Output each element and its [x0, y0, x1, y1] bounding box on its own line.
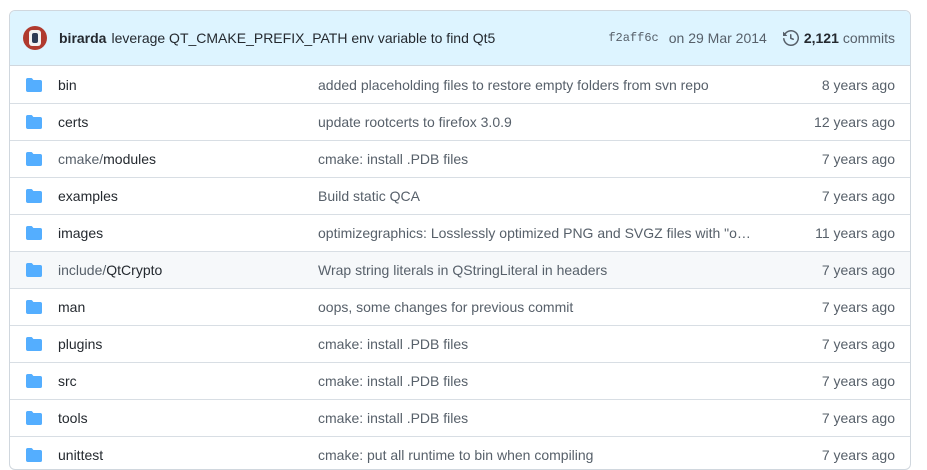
file-name-link[interactable]: images — [58, 225, 318, 241]
commit-message-link[interactable]: leverage QT_CMAKE_PREFIX_PATH env variab… — [111, 30, 495, 46]
folder-icon — [26, 411, 42, 425]
file-commit-age: 7 years ago — [821, 336, 895, 352]
file-commit-message-link[interactable]: added placeholding files to restore empt… — [318, 77, 755, 93]
file-name-link[interactable]: certs — [58, 114, 318, 130]
file-name: QtCrypto — [106, 262, 163, 278]
history-icon — [782, 30, 799, 46]
file-name-link[interactable]: tools — [58, 410, 318, 426]
file-row[interactable]: examples Build static QCA 7 years ago — [10, 177, 910, 214]
file-name: man — [58, 299, 86, 315]
commit-sha-link[interactable]: f2aff6c — [608, 31, 658, 45]
folder-icon — [26, 374, 42, 388]
file-browser: birarda leverage QT_CMAKE_PREFIX_PATH en… — [9, 10, 911, 470]
file-name-link[interactable]: cmake/modules — [58, 151, 318, 167]
file-row[interactable]: cmake/modules cmake: install .PDB files 7 … — [10, 140, 910, 177]
folder-icon — [26, 300, 42, 314]
file-row[interactable]: tools cmake: install .PDB files 7 years ag… — [10, 399, 910, 436]
file-name: examples — [58, 188, 118, 204]
file-row[interactable]: bin added placeholding files to restore e… — [10, 66, 910, 103]
file-name: src — [58, 373, 77, 389]
file-commit-message-link[interactable]: cmake: install .PDB files — [318, 336, 755, 352]
file-commit-message-link[interactable]: cmake: install .PDB files — [318, 410, 755, 426]
file-name: bin — [58, 76, 77, 93]
file-commit-age: 7 years ago — [821, 299, 895, 315]
file-row[interactable]: images optimizegraphics: Losslessly optim… — [10, 214, 910, 251]
file-path-prefix: include/ — [58, 262, 107, 278]
folder-icon — [26, 226, 42, 240]
file-name: tools — [58, 410, 88, 426]
file-commit-message-link[interactable]: optimizegraphics: Losslessly optimized P… — [318, 225, 755, 241]
file-name: images — [58, 225, 104, 241]
folder-icon — [26, 77, 42, 92]
folder-icon — [26, 115, 42, 129]
file-commit-age: 7 years ago — [821, 151, 895, 167]
file-name-link[interactable]: man — [58, 299, 318, 315]
file-name: certs — [58, 114, 89, 130]
file-commit-age: 7 years ago — [821, 447, 895, 463]
folder-icon — [26, 263, 42, 277]
file-name: modules — [103, 151, 157, 167]
file-commit-message-link[interactable]: cmake: install .PDB files — [318, 373, 755, 389]
file-commit-age: 7 years ago — [821, 373, 895, 389]
commits-label: commits — [842, 30, 895, 46]
file-path-prefix: cmake/ — [58, 151, 104, 167]
file-commit-message-link[interactable]: oops, some changes for previous commit — [318, 299, 755, 315]
file-commit-message-link[interactable]: Build static QCA — [318, 188, 755, 204]
folder-icon — [26, 152, 42, 166]
commit-history-link[interactable]: 2,121 commits — [782, 30, 895, 46]
file-commit-age: 11 years ago — [815, 225, 895, 241]
commit-author-link[interactable]: birarda — [59, 30, 106, 46]
file-name: plugins — [58, 336, 103, 352]
file-commit-message-link[interactable]: Wrap string literals in QStringLiteral i… — [318, 262, 755, 278]
file-commit-message-link[interactable]: cmake: install .PDB files — [318, 151, 755, 167]
file-commit-age: 7 years ago — [821, 262, 895, 278]
file-row[interactable]: certs update rootcerts to firefox 3.0.9 12… — [10, 103, 910, 140]
commits-count: 2,121 — [803, 30, 839, 46]
file-name-link[interactable]: include/QtCrypto — [58, 262, 318, 278]
folder-icon — [26, 337, 42, 351]
file-row[interactable]: unittest cmake: put all runtime to bin wh… — [10, 436, 910, 469]
file-commit-age: 7 years ago — [821, 188, 895, 204]
file-name-link[interactable]: plugins — [58, 336, 318, 352]
latest-commit-bar: birarda leverage QT_CMAKE_PREFIX_PATH en… — [10, 11, 910, 66]
folder-icon — [26, 189, 42, 203]
folder-icon — [26, 448, 42, 462]
file-row[interactable]: plugins cmake: install .PDB files 7 years … — [10, 325, 910, 362]
file-commit-message-link[interactable]: cmake: put all runtime to bin when compi… — [318, 447, 755, 463]
file-commit-age: 7 years ago — [821, 410, 895, 426]
commit-date: on 29 Mar 2014 — [668, 30, 767, 46]
avatar[interactable] — [23, 26, 47, 50]
file-name-link[interactable]: bin — [58, 77, 318, 93]
file-row[interactable]: src cmake: install .PDB files 7 years ago — [10, 362, 910, 399]
file-commit-age: 12 years ago — [814, 114, 895, 130]
file-list: bin added placeholding files to restore e… — [10, 66, 910, 469]
file-commit-age: 8 years ago — [821, 76, 895, 93]
file-commit-message-link[interactable]: update rootcerts to firefox 3.0.9 — [318, 114, 755, 130]
file-row[interactable]: include/QtCrypto Wrap string literals in … — [10, 251, 910, 288]
file-row[interactable]: man oops, some changes for previous commi… — [10, 288, 910, 325]
file-name-link[interactable]: examples — [58, 188, 318, 204]
file-name-link[interactable]: unittest — [58, 447, 318, 463]
file-name: unittest — [58, 447, 104, 463]
file-name-link[interactable]: src — [58, 373, 318, 389]
